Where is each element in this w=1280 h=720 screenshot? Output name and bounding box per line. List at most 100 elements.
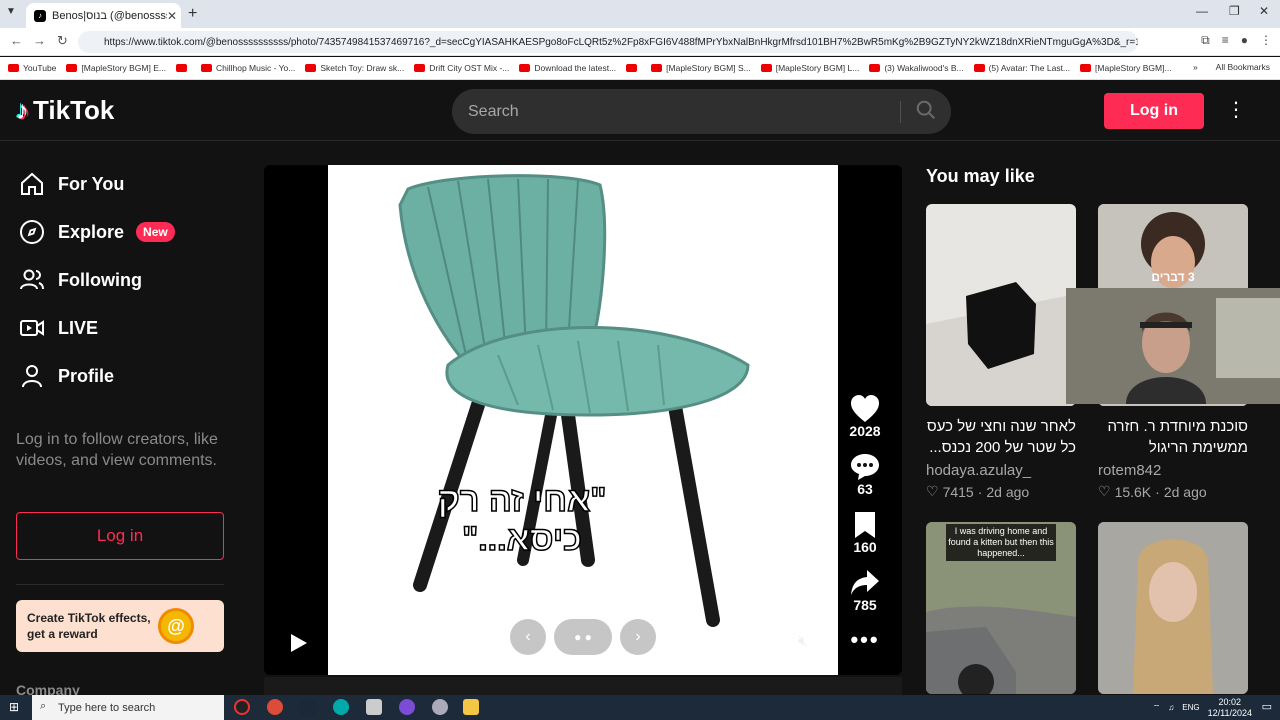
recommended-card[interactable]: I was driving home and found a kitten bu… — [926, 522, 1076, 694]
browser-menu-icon[interactable]: ⋮ — [1260, 33, 1272, 48]
video-thumbnail[interactable] — [926, 204, 1076, 406]
sidebar-item-explore[interactable]: Explore New — [18, 218, 175, 246]
card-age: 2d ago — [1163, 483, 1207, 500]
bookmark-label: Sketch Toy: Draw sk... — [320, 63, 405, 73]
play-icon[interactable] — [286, 631, 310, 655]
taskbar-app-icon[interactable] — [366, 699, 382, 715]
windows-start-icon[interactable]: ⊞ — [9, 700, 19, 714]
address-bar[interactable]: https://www.tiktok.com/@benossssssssss/p… — [78, 31, 1138, 53]
file-explorer-taskbar-icon[interactable] — [463, 699, 479, 715]
notification-icon[interactable]: ▭ — [1262, 700, 1272, 713]
restore-icon[interactable]: ❐ — [1229, 4, 1240, 18]
users-icon — [20, 269, 44, 290]
chrome-taskbar-icon[interactable] — [267, 699, 283, 715]
taskbar-app-icon[interactable] — [333, 699, 349, 715]
profile-avatar-icon[interactable]: ● — [1241, 33, 1248, 48]
bookmark-item[interactable]: Chillhop Music - Yo... — [200, 63, 295, 73]
heart-outline-icon: ♡ — [926, 483, 939, 499]
recommended-card[interactable]: לאחר שנה וחצי של כעס כל שטר של 200 נכנס.… — [926, 204, 1076, 500]
reload-icon[interactable]: ↻ — [57, 33, 68, 49]
search-divider — [900, 101, 901, 123]
chair-image — [398, 174, 750, 627]
card-likes: 15.6K — [1114, 483, 1152, 500]
bookmark-item[interactable]: (5) Avatar: The Last... — [973, 63, 1070, 73]
sidebar-item-label: LIVE — [58, 317, 99, 338]
card-author[interactable]: rotem842 — [1098, 462, 1248, 479]
taskbar-app-icon[interactable] — [432, 699, 448, 715]
search-icon[interactable] — [915, 99, 937, 121]
back-icon[interactable]: ← — [10, 33, 23, 48]
tiktok-logo[interactable]: ♪ TikTok — [16, 95, 114, 126]
card-title: לאחר שנה וחצי של כעס כל שטר של 200 נכנס.… — [926, 418, 1076, 456]
video-thumbnail[interactable] — [1098, 522, 1248, 694]
close-tab-icon[interactable]: ✕ — [167, 9, 181, 23]
cube-thumbnail-art — [926, 282, 1076, 406]
card-stats-dot: · — [1155, 483, 1160, 500]
all-bookmarks-folder[interactable]: All Bookmarks — [1216, 62, 1270, 72]
sidebar-item-following[interactable]: Following — [18, 266, 142, 294]
more-bookmarks-icon[interactable]: » — [1193, 62, 1198, 72]
you-may-like-heading: You may like — [926, 166, 1035, 186]
sidebar-item-live[interactable]: LIVE — [18, 314, 98, 342]
sidebar-item-for-you[interactable]: For You — [18, 170, 124, 198]
browser-tab[interactable]: ♪ Benos|בנוס (@benossssss... ✕ — [26, 3, 181, 28]
share-count: 785 — [853, 597, 877, 613]
taskbar-clock[interactable]: 20:02 12/11/2024 — [1208, 697, 1252, 719]
minimize-icon[interactable]: — — [1196, 4, 1208, 18]
card-stats: ♡ 7415 · 2d ago — [926, 483, 1076, 500]
previous-photo-button[interactable]: ‹ — [510, 619, 546, 655]
bookmark-item[interactable]: (3) Wakaliwood's B... — [869, 63, 964, 73]
mute-icon[interactable]: 🔇︎ — [798, 633, 808, 651]
tab-search-icon[interactable]: ▼ — [6, 6, 16, 17]
comment-button[interactable]: 63 — [838, 453, 892, 497]
obs-taskbar-icon[interactable] — [399, 699, 415, 715]
browser-toolbar: ← → ↻ https://www.tiktok.com/@benossssss… — [0, 28, 1280, 56]
steam-taskbar-icon[interactable] — [300, 699, 316, 715]
save-button[interactable]: 160 — [838, 511, 892, 555]
player-bottom-bar — [264, 677, 902, 695]
language-indicator[interactable]: ENG — [1182, 703, 1199, 712]
taskbar-app-icon[interactable] — [234, 699, 250, 715]
bookmark-favicon-icon — [760, 64, 772, 72]
volume-icon[interactable]: ♫ — [1168, 703, 1174, 712]
close-window-icon[interactable]: ✕ — [1259, 4, 1269, 18]
create-effects-banner[interactable]: Create TikTok effects, get a reward @ — [16, 600, 224, 652]
forward-icon[interactable]: → — [33, 33, 46, 48]
effects-line-2: get a reward — [27, 627, 98, 641]
photo-overlay-text: "אחי זה רק כיסא..." — [437, 480, 607, 559]
photo-player[interactable]: "אחי זה רק כיסא..." ‹ ● ● › 🔇︎ — [264, 165, 902, 675]
more-options-icon[interactable]: ⋮ — [1226, 97, 1246, 122]
wifi-icon[interactable]: ⌔ — [1153, 703, 1161, 713]
toolbar-icons: ⧉ ≡ ● ⋮ — [1201, 33, 1272, 48]
bookmark-item[interactable]: YouTube — [8, 63, 56, 73]
bookmark-item[interactable]: Drift City OST Mix -... — [414, 63, 509, 73]
tab-title: Benos|בנוס (@benossssss... — [52, 9, 167, 22]
bookmark-item[interactable] — [626, 64, 641, 72]
login-prompt-text: Log in to follow creators, like videos, … — [16, 431, 218, 469]
bookmark-item[interactable]: [MapleStory BGM] E... — [66, 63, 166, 73]
sidebar-item-profile[interactable]: Profile — [18, 362, 114, 390]
bookmark-item[interactable]: [MapleStory BGM]... — [1080, 63, 1172, 73]
login-button-header[interactable]: Log in — [1104, 93, 1204, 129]
recommended-card[interactable] — [1098, 522, 1248, 694]
video-thumbnail[interactable]: I was driving home and found a kitten bu… — [926, 522, 1076, 694]
like-button[interactable]: 2028 — [838, 395, 892, 439]
search-input[interactable]: Search — [452, 89, 951, 134]
card-title: סוכנת מיוחדת ר. חזרה ממשימת הריגול — [1107, 418, 1249, 456]
media-icon[interactable]: ≡ — [1222, 33, 1229, 48]
extensions-icon[interactable]: ⧉ — [1201, 33, 1210, 48]
bookmark-item[interactable] — [175, 64, 191, 72]
new-tab-icon[interactable]: + — [188, 5, 197, 23]
post-photo — [328, 165, 838, 675]
share-button[interactable]: 785 — [838, 569, 892, 613]
sidebar-divider — [16, 584, 224, 585]
more-actions-icon[interactable]: ••• — [838, 627, 892, 653]
bookmark-item[interactable]: [MapleStory BGM] S... — [651, 63, 751, 73]
next-photo-button[interactable]: › — [620, 619, 656, 655]
bookmark-item[interactable]: [MapleStory BGM] L... — [760, 63, 859, 73]
taskbar-search-input[interactable]: ⌕ Type here to search — [32, 695, 224, 720]
card-author[interactable]: hodaya.azulay_ — [926, 462, 1076, 479]
login-button-sidebar[interactable]: Log in — [16, 512, 224, 560]
bookmark-item[interactable]: Download the latest... — [519, 63, 616, 73]
bookmark-item[interactable]: Sketch Toy: Draw sk... — [305, 63, 404, 73]
